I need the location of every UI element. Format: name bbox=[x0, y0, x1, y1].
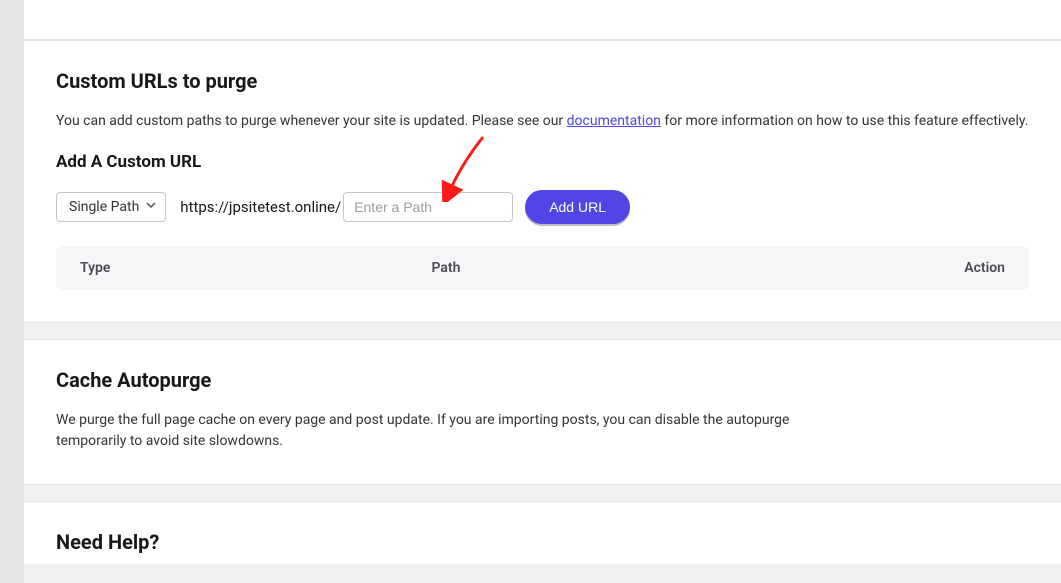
need-help-panel: Need Help? bbox=[24, 501, 1061, 564]
url-table-header: Type Path Action bbox=[56, 246, 1029, 290]
column-type: Type bbox=[80, 260, 432, 276]
cache-autopurge-panel: Cache Autopurge We purge the full page c… bbox=[24, 339, 1061, 485]
custom-urls-panel: Custom URLs to purge You can add custom … bbox=[24, 40, 1061, 323]
documentation-link[interactable]: documentation bbox=[567, 113, 661, 129]
path-input[interactable] bbox=[343, 192, 513, 222]
chevron-down-icon bbox=[145, 199, 157, 215]
custom-urls-description: You can add custom paths to purge whenev… bbox=[56, 111, 1029, 132]
top-spacer bbox=[24, 0, 1061, 40]
desc-suffix: for more information on how to use this … bbox=[661, 113, 1029, 129]
cache-autopurge-heading: Cache Autopurge bbox=[56, 368, 1029, 392]
add-url-button[interactable]: Add URL bbox=[525, 190, 630, 224]
add-url-form-row: Single Path https://jpsitetest.online/ A… bbox=[56, 190, 1029, 224]
cache-autopurge-description: We purge the full page cache on every pa… bbox=[56, 410, 856, 452]
main-content: Custom URLs to purge You can add custom … bbox=[24, 0, 1061, 583]
url-prefix-text: https://jpsitetest.online/ bbox=[180, 198, 341, 216]
path-type-select[interactable]: Single Path bbox=[56, 192, 166, 222]
custom-urls-heading: Custom URLs to purge bbox=[56, 69, 1029, 93]
column-action: Action bbox=[905, 260, 1005, 276]
select-value: Single Path bbox=[69, 199, 139, 215]
left-gutter bbox=[0, 0, 24, 583]
desc-prefix: You can add custom paths to purge whenev… bbox=[56, 113, 567, 129]
need-help-heading: Need Help? bbox=[56, 530, 1029, 554]
column-path: Path bbox=[432, 260, 906, 276]
add-custom-url-heading: Add A Custom URL bbox=[56, 152, 1029, 172]
